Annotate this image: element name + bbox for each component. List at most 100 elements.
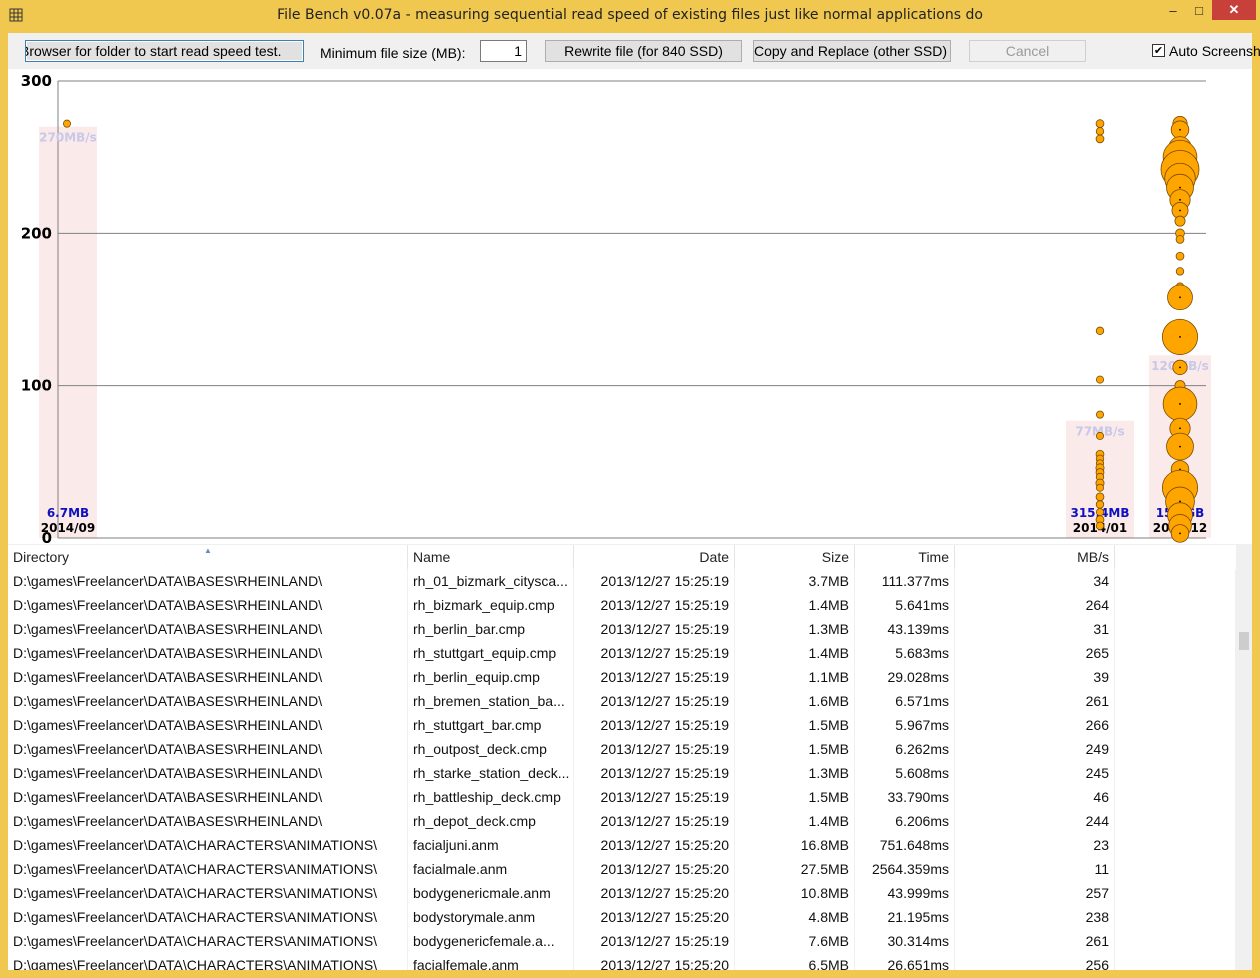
table-row[interactable]: D:\games\Freelancer\DATA\CHARACTERS\ANIM… xyxy=(8,953,1236,970)
min-file-size-input[interactable]: 1 xyxy=(480,40,527,62)
table-row[interactable]: D:\games\Freelancer\DATA\CHARACTERS\ANIM… xyxy=(8,905,1236,929)
auto-screenshot-label[interactable]: Auto Screenshot xyxy=(1169,43,1260,59)
table-row[interactable]: D:\games\Freelancer\DATA\BASES\RHEINLAND… xyxy=(8,641,1236,665)
speed-point xyxy=(1095,119,1105,128)
table-row[interactable]: D:\games\Freelancer\DATA\BASES\RHEINLAND… xyxy=(8,761,1236,785)
table-row[interactable]: D:\games\Freelancer\DATA\BASES\RHEINLAND… xyxy=(8,689,1236,713)
cell-filler xyxy=(1115,617,1236,641)
cell-date: 2013/12/27 15:25:20 xyxy=(574,833,735,857)
cell-dir: D:\games\Freelancer\DATA\CHARACTERS\ANIM… xyxy=(8,833,408,857)
cell-time: 6.571ms xyxy=(855,689,955,713)
table-row[interactable]: D:\games\Freelancer\DATA\CHARACTERS\ANIM… xyxy=(8,929,1236,953)
cell-name: rh_stuttgart_equip.cmp xyxy=(408,641,574,665)
cell-size: 1.6MB xyxy=(735,689,855,713)
cell-dir: D:\games\Freelancer\DATA\BASES\RHEINLAND… xyxy=(8,761,408,785)
speed-point xyxy=(1096,410,1105,419)
cell-time: 43.999ms xyxy=(855,881,955,905)
cell-mbs: 261 xyxy=(955,689,1115,713)
cell-filler xyxy=(1115,857,1236,881)
cell-size: 1.3MB xyxy=(735,761,855,785)
table-row[interactable]: D:\games\Freelancer\DATA\BASES\RHEINLAND… xyxy=(8,785,1236,809)
vertical-scrollbar[interactable] xyxy=(1236,545,1252,970)
cell-dir: D:\games\Freelancer\DATA\BASES\RHEINLAND… xyxy=(8,713,408,737)
cell-dir: D:\games\Freelancer\DATA\BASES\RHEINLAND… xyxy=(8,689,408,713)
rewrite-file-button[interactable]: Rewrite file (for 840 SSD) xyxy=(545,40,742,62)
table-row[interactable]: D:\games\Freelancer\DATA\CHARACTERS\ANIM… xyxy=(8,857,1236,881)
table-row[interactable]: D:\games\Freelancer\DATA\CHARACTERS\ANIM… xyxy=(8,881,1236,905)
speed-point xyxy=(1096,431,1105,440)
browse-folder-button[interactable]: Browser for folder to start read speed t… xyxy=(25,40,304,62)
minimize-button[interactable]: – xyxy=(1160,0,1186,24)
cell-name: rh_bizmark_equip.cmp xyxy=(408,593,574,617)
column-header-name[interactable]: Name xyxy=(408,545,574,569)
cell-name: rh_stuttgart_bar.cmp xyxy=(408,713,574,737)
cell-filler xyxy=(1115,929,1236,953)
cell-mbs: 46 xyxy=(955,785,1115,809)
cell-filler xyxy=(1115,953,1236,970)
cell-time: 5.683ms xyxy=(855,641,955,665)
cell-date: 2013/12/27 15:25:20 xyxy=(574,857,735,881)
cell-size: 1.4MB xyxy=(735,641,855,665)
maximize-button[interactable]: □ xyxy=(1186,0,1212,24)
title-bar[interactable]: File Bench v0.07a - measuring sequential… xyxy=(0,0,1260,33)
cell-time: 30.314ms xyxy=(855,929,955,953)
table-row[interactable]: D:\games\Freelancer\DATA\BASES\RHEINLAND… xyxy=(8,713,1236,737)
cell-size: 1.3MB xyxy=(735,617,855,641)
cell-time: 5.967ms xyxy=(855,713,955,737)
auto-screenshot-checkbox[interactable]: ✔ xyxy=(1152,44,1165,57)
average-speed-bar xyxy=(39,126,97,538)
cell-date: 2013/12/27 15:25:19 xyxy=(574,593,735,617)
close-button[interactable]: ✕ xyxy=(1212,0,1256,20)
cell-dir: D:\games\Freelancer\DATA\BASES\RHEINLAND… xyxy=(8,593,408,617)
cancel-button[interactable]: Cancel xyxy=(969,40,1086,62)
cell-name: bodygenericmale.anm xyxy=(408,881,574,905)
sort-ascending-icon: ▲ xyxy=(204,546,212,555)
cell-date: 2013/12/27 15:25:19 xyxy=(574,665,735,689)
table-row[interactable]: D:\games\Freelancer\DATA\BASES\RHEINLAND… xyxy=(8,569,1236,593)
copy-replace-button[interactable]: Copy and Replace (other SSD) xyxy=(753,40,951,62)
cell-mbs: 238 xyxy=(955,905,1115,929)
cell-name: bodystorymale.anm xyxy=(408,905,574,929)
cell-mbs: 244 xyxy=(955,809,1115,833)
table-row[interactable]: D:\games\Freelancer\DATA\BASES\RHEINLAND… xyxy=(8,737,1236,761)
speed-point-center xyxy=(1179,128,1181,131)
cell-time: 111.377ms xyxy=(855,569,955,593)
column-header-time[interactable]: Time xyxy=(855,545,955,569)
table-row[interactable]: D:\games\Freelancer\DATA\BASES\RHEINLAND… xyxy=(8,593,1236,617)
speed-point xyxy=(1095,127,1105,136)
cell-size: 10.8MB xyxy=(735,881,855,905)
cell-size: 4.8MB xyxy=(735,905,855,929)
column-header-date[interactable]: Date xyxy=(574,545,735,569)
scrollbar-thumb[interactable] xyxy=(1239,632,1249,650)
cell-name: rh_depot_deck.cmp xyxy=(408,809,574,833)
cell-mbs: 11 xyxy=(955,857,1115,881)
cell-size: 1.4MB xyxy=(735,593,855,617)
table-row[interactable]: D:\games\Freelancer\DATA\BASES\RHEINLAND… xyxy=(8,809,1236,833)
speed-point xyxy=(1095,500,1105,509)
speed-point xyxy=(1175,235,1185,244)
cell-size: 16.8MB xyxy=(735,833,855,857)
cell-mbs: 245 xyxy=(955,761,1115,785)
cell-time: 33.790ms xyxy=(855,785,955,809)
cell-time: 29.028ms xyxy=(855,665,955,689)
cell-time: 43.139ms xyxy=(855,617,955,641)
cell-mbs: 265 xyxy=(955,641,1115,665)
cell-name: rh_starke_station_deck... xyxy=(408,761,574,785)
checkmark-icon: ✔ xyxy=(1153,45,1164,57)
table-row[interactable]: D:\games\Freelancer\DATA\BASES\RHEINLAND… xyxy=(8,617,1236,641)
cell-date: 2013/12/27 15:25:19 xyxy=(574,929,735,953)
cell-filler xyxy=(1115,641,1236,665)
cell-filler xyxy=(1115,833,1236,857)
cell-date: 2013/12/27 15:25:20 xyxy=(574,881,735,905)
cell-filler xyxy=(1115,665,1236,689)
cell-date: 2013/12/27 15:25:19 xyxy=(574,809,735,833)
table-row[interactable]: D:\games\Freelancer\DATA\CHARACTERS\ANIM… xyxy=(8,833,1236,857)
column-header-mbs[interactable]: MB/s xyxy=(955,545,1115,569)
cell-filler xyxy=(1115,905,1236,929)
table-row[interactable]: D:\games\Freelancer\DATA\BASES\RHEINLAND… xyxy=(8,665,1236,689)
cell-dir: D:\games\Freelancer\DATA\BASES\RHEINLAND… xyxy=(8,809,408,833)
y-tick-label: 200 xyxy=(21,224,52,242)
cell-size: 7.6MB xyxy=(735,929,855,953)
cell-mbs: 257 xyxy=(955,881,1115,905)
column-header-size[interactable]: Size xyxy=(735,545,855,569)
